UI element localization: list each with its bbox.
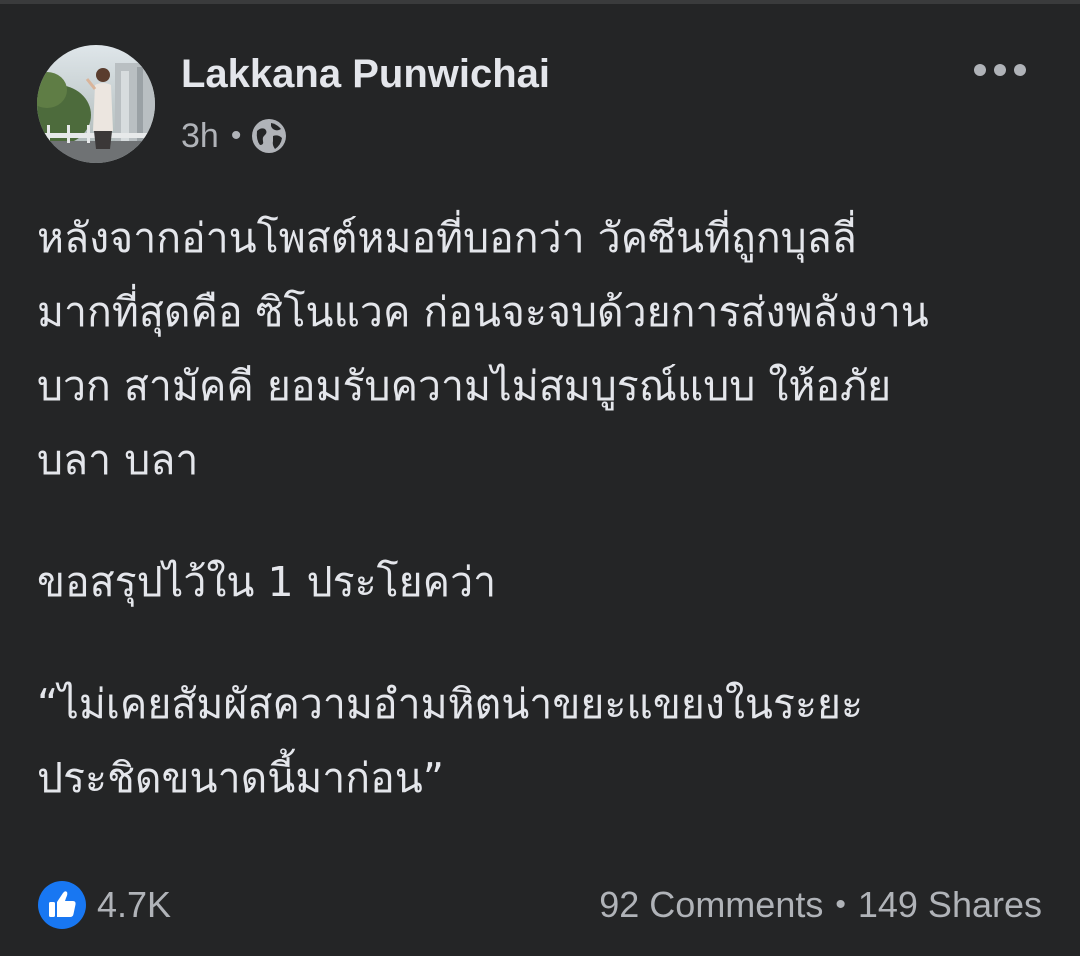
post-paragraph: หลังจากอ่านโพสต์หมอที่บอกว่า วัคซีนที่ถู… — [37, 214, 929, 484]
comments-count[interactable]: 92 Comments — [599, 884, 823, 926]
post-time[interactable]: 3h — [181, 117, 219, 156]
like-icon — [38, 881, 86, 929]
avatar[interactable] — [37, 45, 155, 163]
profile-photo — [37, 45, 155, 163]
post-paragraph: “ไม่เคยสัมผัสความอำมหิตน่าขยะแขยงในระยะ … — [37, 680, 864, 802]
post-body: หลังจากอ่านโพสต์หมอที่บอกว่า วัคซีนที่ถู… — [37, 201, 1052, 863]
post-paragraph: ขอสรุปไว้ใน 1 ประโยคว่า — [37, 558, 497, 606]
reaction-count: 4.7K — [97, 884, 172, 925]
post-meta: 3h • — [181, 114, 287, 158]
globe-icon[interactable] — [251, 118, 287, 154]
author-name[interactable]: Lakkana Punwichai — [181, 48, 550, 100]
more-options-icon[interactable] — [966, 50, 1034, 90]
shares-count[interactable]: 149 Shares — [858, 884, 1042, 926]
meta-separator: • — [230, 119, 242, 152]
facebook-post: Lakkana Punwichai 3h • หลังจากอ่านโพสต์ห… — [0, 0, 1080, 956]
engagement-stats: 92 Comments • 149 Shares — [599, 879, 1042, 931]
stats-separator: • — [835, 888, 846, 921]
reactions-summary[interactable]: 4.7K — [37, 879, 171, 931]
